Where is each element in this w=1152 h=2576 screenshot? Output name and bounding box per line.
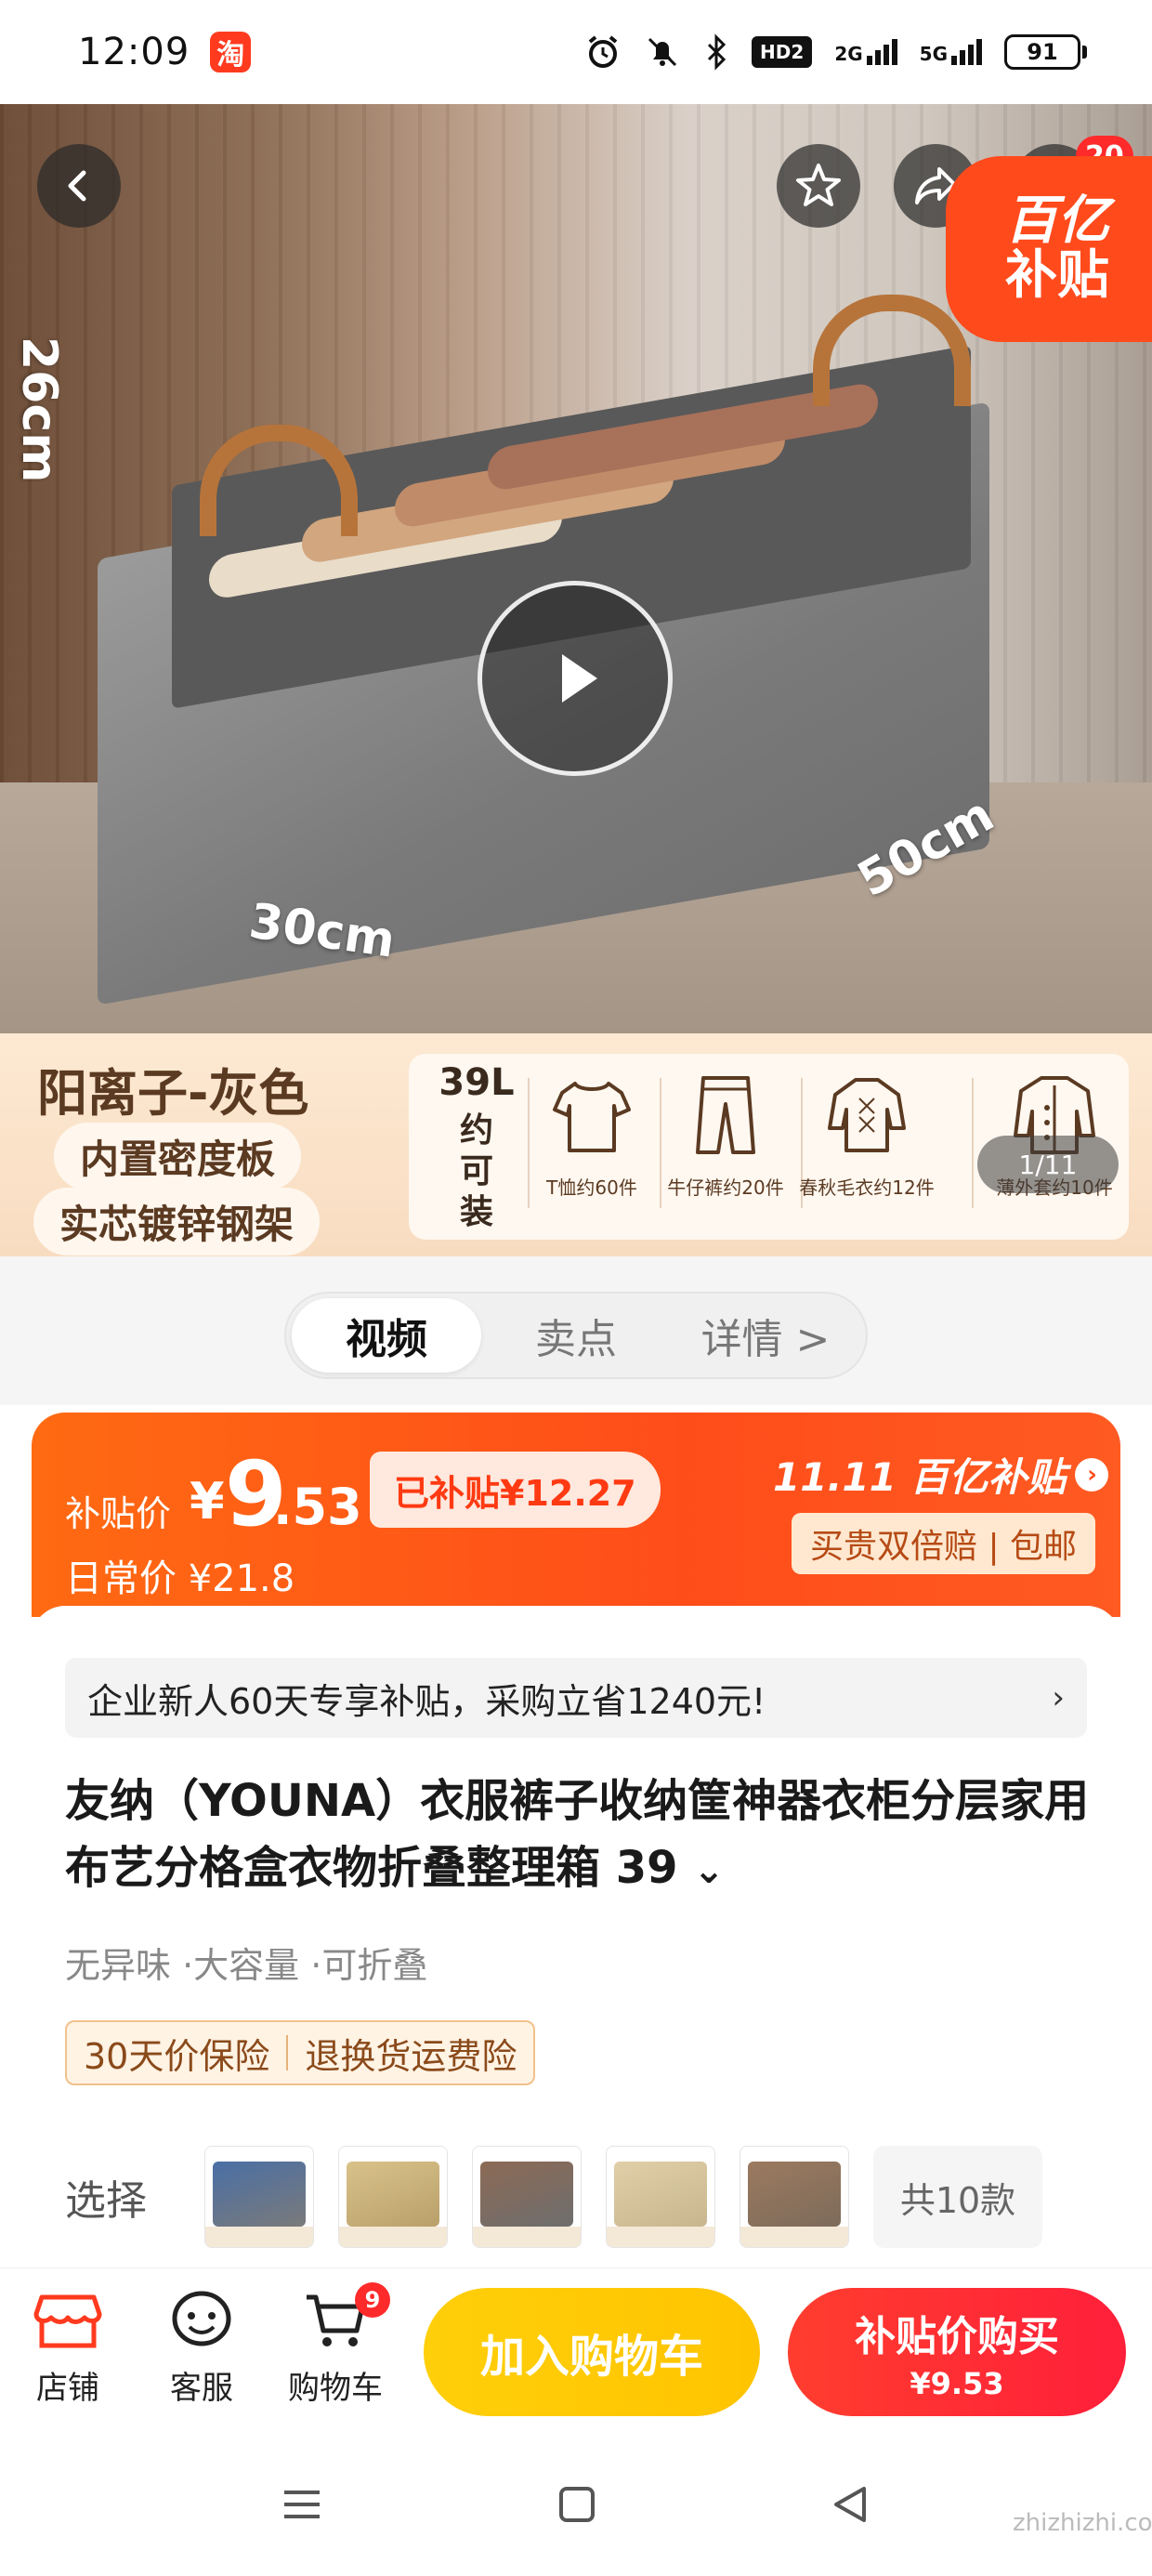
subsidy-price-label: 补贴价 [65,1493,172,1534]
select-label: 选择 [65,2177,147,2225]
regular-price: 日常价 ¥21.8 [65,1557,295,1600]
buy-label: 补贴价购买 [855,2313,1059,2360]
tab-details[interactable]: 详情 > [671,1298,860,1373]
store-button[interactable]: 店铺 [7,2288,128,2408]
capacity-item-sweater: 春秋毛衣约12件 [797,1071,936,1200]
status-icons: HD2 2G 5G 91 [584,33,1087,71]
promo-text: 企业新人60天专享补贴，采购立省1240元! [87,1680,766,1722]
service-guarantees: 买贵双倍赔 | 包邮 [792,1513,1096,1574]
subsidy-saved-badge: 已补贴¥12.27 [370,1452,661,1528]
billion-subsidy-badge: 百亿 补贴 [946,156,1152,342]
store-icon [33,2294,102,2348]
add-to-cart-button[interactable]: 加入购物车 [424,2288,760,2416]
item-label: 春秋毛衣约12件 [799,1176,935,1199]
back-triangle-icon [834,2487,866,2522]
tab-video[interactable]: 视频 [292,1298,481,1373]
enterprise-promo-bar[interactable]: 企业新人60天专享补贴，采购立省1240元! › [65,1658,1087,1738]
taobao-app-icon: 淘 [210,32,252,72]
status-bar: 12:09 淘 HD2 2G 5G 91 [0,0,1152,104]
back-button[interactable] [37,144,121,228]
home-button[interactable] [554,2481,600,2531]
variant-thumb[interactable] [204,2146,314,2248]
play-video-button[interactable] [478,581,673,776]
price-currency: ¥ [190,1472,225,1531]
chevron-right-icon: › [1075,1457,1109,1492]
all-variants-button[interactable]: 共10款 [873,2146,1042,2248]
capacity-value: 39L [439,1061,515,1104]
banner-pill-2: 实芯镀锌钢架 [33,1188,321,1255]
banner-pill-1: 内置密度板 [54,1123,302,1190]
price-decimal: .53 [273,1478,362,1536]
store-label: 店铺 [36,2370,99,2407]
product-tags: 无异味 ·大容量 ·可折叠 [65,1945,428,1986]
feature-banner: 阳离子-灰色 内置密度板 实芯镀锌钢架 39L 约可装 T恤约60件 牛仔裤约2… [0,1033,1152,1256]
cart-count-badge: 9 [355,2282,390,2318]
image-counter: 1/11 [977,1136,1119,1193]
cart-label: 购物车 [288,2370,383,2407]
star-icon [796,164,841,206]
subsidy-line1: 百亿 [1005,191,1109,252]
home-square-icon [559,2487,595,2522]
variant-thumb[interactable] [740,2146,849,2248]
chat-icon [172,2291,231,2346]
sweater-icon [828,1078,906,1152]
favorite-button[interactable] [777,144,860,228]
return-shipping-insurance: 退换货运费险 [305,2035,517,2077]
capacity-sub: 约可装 [459,1111,493,1232]
chevron-right-icon: › [1052,1679,1065,1716]
battery-icon: 91 [1004,34,1087,70]
capacity-item-jeans: 牛仔裤约20件 [656,1071,795,1200]
alarm-icon [584,33,622,71]
capacity-item-tshirt: T恤约60件 [522,1071,661,1200]
watermark: zhizhizhi.com [1013,2509,1152,2537]
jeans-icon [696,1076,755,1154]
play-icon [562,654,597,703]
mute-icon [644,33,681,71]
customer-service-button[interactable]: 客服 [141,2288,262,2408]
signal-2-icon: 5G [920,39,982,65]
back-icon [68,170,86,202]
chevron-down-icon: ⌄ [693,1849,725,1892]
variant-selector[interactable]: 选择 共10款 [65,2143,1096,2251]
variant-thumb[interactable] [472,2146,582,2248]
price-protection: 30天价保险 [84,2035,270,2077]
back-nav-button[interactable] [827,2481,873,2531]
status-time: 12:09 [78,31,190,73]
service-label: 客服 [170,2370,233,2407]
product-title-text: 友纳（YOUNA）衣服裤子收纳筐神器衣柜分层家用布艺分格盒衣物折叠整理箱 39 [65,1775,1090,1894]
network-1-label: 2G [834,43,863,65]
dimension-height: 26cm [11,336,67,483]
item-label: 牛仔裤约20件 [667,1176,784,1199]
brand-label: 11.11 百亿补贴 [773,1454,1067,1500]
network-2-label: 5G [919,43,948,65]
menu-icon [284,2491,320,2518]
bluetooth-icon [703,33,729,71]
buy-now-button[interactable]: 补贴价购买 ¥9.53 [788,2288,1126,2416]
signal-1-icon: 2G [834,39,897,65]
content-tabs: 视频 卖点 详情 > [284,1292,868,1379]
recent-apps-button[interactable] [279,2481,325,2531]
item-label: T恤约60件 [546,1176,637,1199]
product-title[interactable]: 友纳（YOUNA）衣服裤子收纳筐神器衣柜分层家用布艺分格盒衣物折叠整理箱 39 … [65,1768,1096,1904]
tab-selling-points[interactable]: 卖点 [481,1298,671,1373]
banner-title: 阳离子-灰色 [37,1064,309,1123]
battery-level: 91 [1004,34,1080,70]
buy-price: ¥9.53 [910,2366,1004,2401]
variant-thumb[interactable] [338,2146,448,2248]
variant-thumb[interactable] [606,2146,715,2248]
billion-subsidy-link[interactable]: 11.11 百亿补贴 › [773,1446,1109,1503]
hd-voice-icon: HD2 [752,36,813,68]
tshirt-icon [553,1082,631,1152]
guarantee-badges[interactable]: 30天价保险 退换货运费险 [65,2020,536,2085]
subsidy-line2: 补贴 [1005,245,1109,306]
capacity-label: 39L 约可装 [425,1061,528,1233]
